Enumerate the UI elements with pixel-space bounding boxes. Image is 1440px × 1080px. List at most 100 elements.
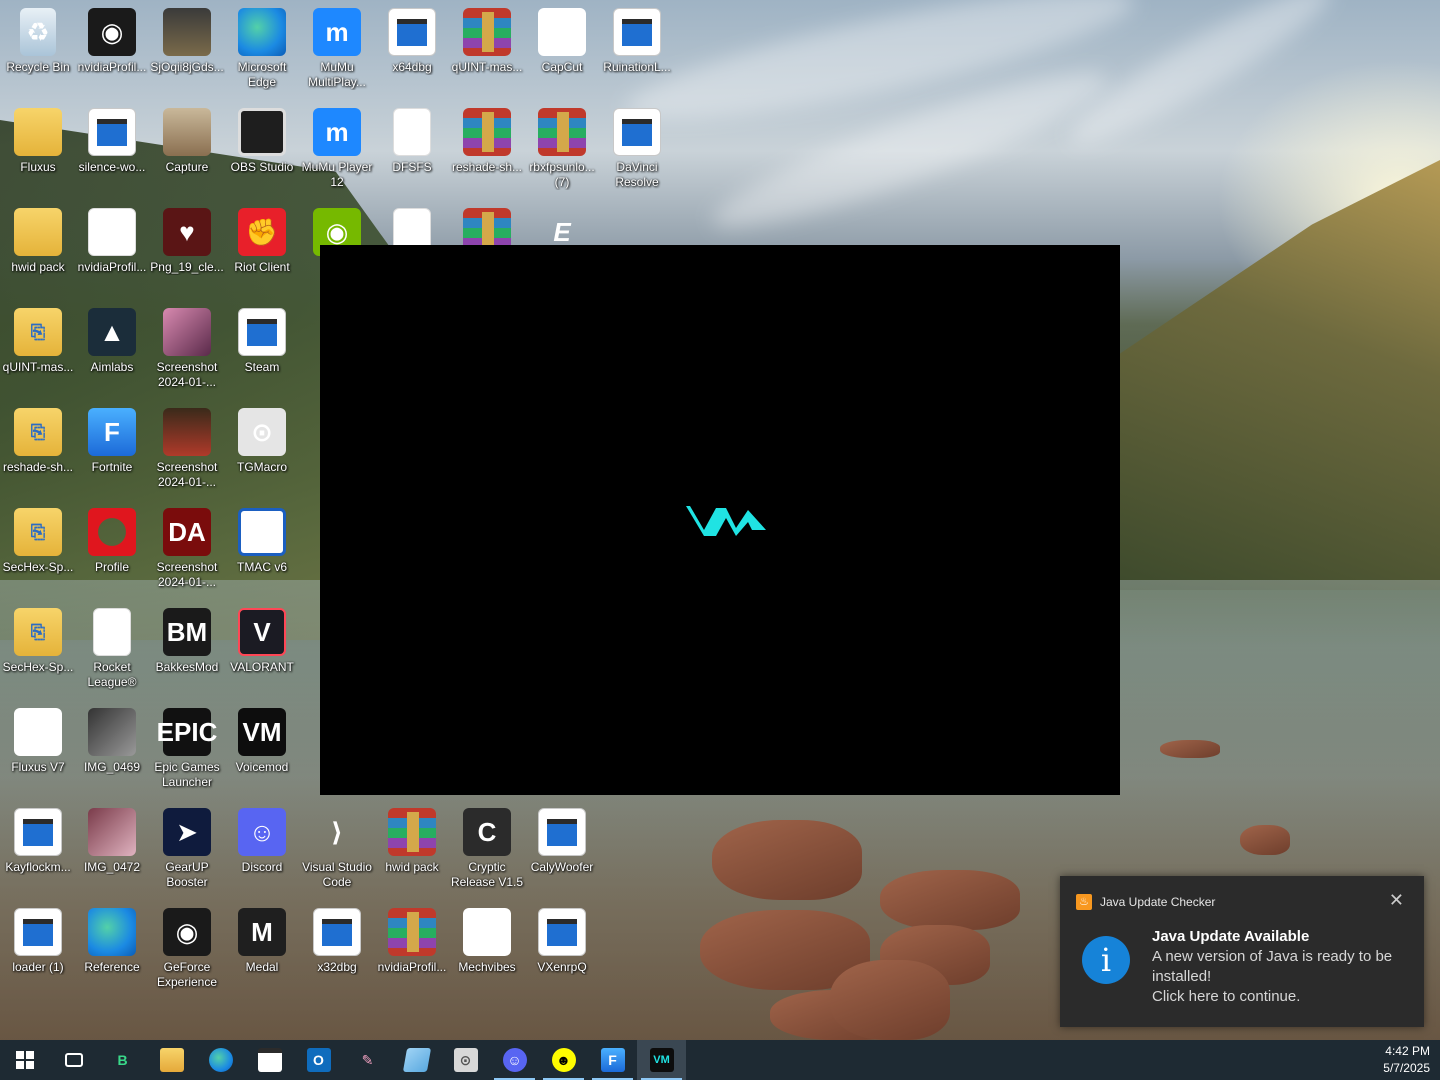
desktop-icon-label: BakkesMod bbox=[155, 660, 219, 674]
desktop-icon-screenshot-3[interactable]: DA Screenshot 2024-01-... bbox=[149, 500, 225, 596]
notification-message: A new version of Java is ready to be ins… bbox=[1152, 948, 1393, 985]
desktop-icon-valorant[interactable]: V VALORANT bbox=[224, 600, 300, 696]
desktop-icon-reshade-rar[interactable]: reshade-sh... bbox=[449, 100, 525, 196]
task-view-button[interactable] bbox=[49, 1040, 98, 1080]
desktop-icon-discord[interactable]: ☺ Discord bbox=[224, 800, 300, 896]
desktop-icon-img-0469[interactable]: IMG_0469 bbox=[74, 700, 150, 796]
desktop-icon-capcut[interactable]: ✂ CapCut bbox=[524, 0, 600, 96]
desktop-icon-medal[interactable]: M Medal bbox=[224, 900, 300, 996]
desktop-icon-recycle-bin[interactable]: ♻ Recycle Bin bbox=[0, 0, 76, 96]
desktop-icon-label: Screenshot 2024-01-... bbox=[156, 360, 218, 389]
desktop-icon-nvidia-profile-2[interactable]: ⚙ nvidiaProfil... bbox=[74, 200, 150, 296]
app-window-icon bbox=[538, 908, 586, 956]
desktop-icon-hwid-pack-rar[interactable]: hwid pack bbox=[374, 800, 450, 896]
desktop-icon-tgmacro[interactable]: ⊙ TGMacro bbox=[224, 400, 300, 496]
taskbar-discord[interactable]: ☺ bbox=[490, 1040, 539, 1080]
voicemod-splash-window[interactable] bbox=[320, 245, 1120, 795]
voicemod-logo-stroke bbox=[672, 506, 766, 536]
taskbar-voicemod[interactable]: VM bbox=[637, 1040, 686, 1080]
desktop-icon-label: DFSFS bbox=[392, 160, 432, 174]
desktop-icon-edge[interactable]: Microsoft Edge bbox=[224, 0, 300, 96]
taskbar-app-window[interactable] bbox=[245, 1040, 294, 1080]
desktop-icon-cryptic[interactable]: C Cryptic Release V1.5 bbox=[449, 800, 525, 896]
desktop-icon-sjoqii[interactable]: SjOqii8jGds... bbox=[149, 0, 225, 96]
desktop-icon-label: Aimlabs bbox=[90, 360, 134, 374]
desktop-icon-obs[interactable]: OBS Studio bbox=[224, 100, 300, 196]
desktop-icon-sechex-2[interactable]: ⎘ SecHex-Sp... bbox=[0, 600, 76, 696]
desktop-icon-png-19[interactable]: ♥ Png_19_cle... bbox=[149, 200, 225, 296]
notification-action-link[interactable]: Click here to continue. bbox=[1152, 987, 1412, 1007]
taskbar-file-explorer[interactable] bbox=[147, 1040, 196, 1080]
zip-folder-icon: ⎘ bbox=[14, 608, 62, 656]
desktop-icon-steam[interactable]: Steam bbox=[224, 300, 300, 396]
close-icon[interactable]: ✕ bbox=[1389, 890, 1404, 911]
java-update-notification[interactable]: ♨ Java Update Checker ✕ i Java Update Av… bbox=[1060, 876, 1424, 1027]
desktop-icon-voicemod[interactable]: VM Voicemod bbox=[224, 700, 300, 796]
desktop-icon-aimlabs[interactable]: ▲ Aimlabs bbox=[74, 300, 150, 396]
desktop-icon-label: reshade-sh... bbox=[451, 160, 523, 174]
desktop-icon-calywoofer[interactable]: CalyWoofer bbox=[524, 800, 600, 896]
taskbar-outlook[interactable]: O bbox=[294, 1040, 343, 1080]
taskbar-tgmacro[interactable]: ⊙ bbox=[441, 1040, 490, 1080]
discord-icon: ☺ bbox=[238, 808, 286, 856]
desktop-icon-vxenrpq[interactable]: VXenrpQ bbox=[524, 900, 600, 996]
desktop-icon-label: silence-wo... bbox=[78, 160, 146, 174]
desktop-icon-gearup[interactable]: ➤ GearUP Booster bbox=[149, 800, 225, 896]
desktop-icon-fluxus[interactable]: Fluxus bbox=[0, 100, 76, 196]
app-window-icon bbox=[14, 808, 62, 856]
desktop-icon-sechex-1[interactable]: ⎘ SecHex-Sp... bbox=[0, 500, 76, 596]
desktop-icon-screenshot-2[interactable]: Screenshot 2024-01-... bbox=[149, 400, 225, 496]
desktop-icon-nvidia-profile-1[interactable]: ◉ nvidiaProfil... bbox=[74, 0, 150, 96]
desktop-icon-mumu-player[interactable]: m MuMu Player 12 bbox=[299, 100, 375, 196]
desktop-icon-vscode[interactable]: ⟩ Visual Studio Code bbox=[299, 800, 375, 896]
start-button[interactable] bbox=[0, 1040, 49, 1080]
desktop-icon-davinci[interactable]: DaVinci Resolve bbox=[599, 100, 675, 196]
desktop-icon-fortnite[interactable]: F Fortnite bbox=[74, 400, 150, 496]
system-clock[interactable]: 4:42 PM 5/7/2025 bbox=[1383, 1043, 1430, 1077]
desktop-icon-mechvibes[interactable]: M. Mechvibes bbox=[449, 900, 525, 996]
edge-icon bbox=[88, 908, 136, 956]
desktop-icon-img-0472[interactable]: IMG_0472 bbox=[74, 800, 150, 896]
desktop-icon-silence-wo[interactable]: silence-wo... bbox=[74, 100, 150, 196]
desktop-icon-label: SecHex-Sp... bbox=[2, 560, 74, 574]
desktop-icon-label: SjOqii8jGds... bbox=[150, 60, 224, 74]
app-window-icon bbox=[88, 108, 136, 156]
taskbar-app-b[interactable]: B bbox=[98, 1040, 147, 1080]
desktop-icon-x32dbg[interactable]: x32dbg bbox=[299, 900, 375, 996]
taskbar-fortnite[interactable]: F bbox=[588, 1040, 637, 1080]
desktop-icon-hwid-pack-folder[interactable]: hwid pack bbox=[0, 200, 76, 296]
desktop-icon-rbxfpsunlocker[interactable]: rbxfpsunlo... (7) bbox=[524, 100, 600, 196]
desktop-icon-quint-rar[interactable]: qUINT-mas... bbox=[449, 0, 525, 96]
desktop-icon-x64dbg[interactable]: x64dbg bbox=[374, 0, 450, 96]
desktop-icon-profile[interactable]: Profile bbox=[74, 500, 150, 596]
desktop-icon-label: Fluxus bbox=[20, 160, 56, 174]
desktop-icon-epic-games[interactable]: EPIC Epic Games Launcher bbox=[149, 700, 225, 796]
tmac-icon: ⌗ bbox=[238, 508, 286, 556]
desktop-icon-bakkesmod[interactable]: BM BakkesMod bbox=[149, 600, 225, 696]
desktop-icon-quint-zip[interactable]: ⎘ qUINT-mas... bbox=[0, 300, 76, 396]
desktop-icon-rocket-league[interactable]: Rocket League® bbox=[74, 600, 150, 696]
taskbar-notepad[interactable] bbox=[392, 1040, 441, 1080]
desktop-icon-dfsfs[interactable]: DFSFS bbox=[374, 100, 450, 196]
taskbar-paint[interactable]: ✎ bbox=[343, 1040, 392, 1080]
desktop-icon-tmac[interactable]: ⌗ TMAC v6 bbox=[224, 500, 300, 596]
desktop-icon-loader[interactable]: loader (1) bbox=[0, 900, 76, 996]
taskbar-edge[interactable] bbox=[196, 1040, 245, 1080]
desktop-icon-mumu-multiplayer[interactable]: m MuMu MultiPlay... bbox=[299, 0, 375, 96]
desktop-icon-riot[interactable]: ✊ Riot Client bbox=[224, 200, 300, 296]
image-icon: DA bbox=[163, 508, 211, 556]
desktop-icon-capture[interactable]: Capture bbox=[149, 100, 225, 196]
desktop-icon-ruination[interactable]: RuinationL... bbox=[599, 0, 675, 96]
gearup-icon: ➤ bbox=[163, 808, 211, 856]
taskbar-snapchat[interactable]: ☻ bbox=[539, 1040, 588, 1080]
desktop-icon-reshade-zip[interactable]: ⎘ reshade-sh... bbox=[0, 400, 76, 496]
desktop-icon-reference[interactable]: Reference bbox=[74, 900, 150, 996]
desktop-icon-screenshot-1[interactable]: Screenshot 2024-01-... bbox=[149, 300, 225, 396]
desktop-icon-label: Microsoft Edge bbox=[237, 60, 287, 89]
desktop-icon-geforce[interactable]: ◉ GeForce Experience bbox=[149, 900, 225, 996]
desktop-icon-fluxus-v7[interactable]: ϟ Fluxus V7 bbox=[0, 700, 76, 796]
desktop-icon-nvidia-profile-rar[interactable]: nvidiaProfil... bbox=[374, 900, 450, 996]
obs-icon bbox=[238, 108, 286, 156]
desktop-icon-kayflockm[interactable]: Kayflockm... bbox=[0, 800, 76, 896]
voicemod-icon: VM bbox=[238, 708, 286, 756]
